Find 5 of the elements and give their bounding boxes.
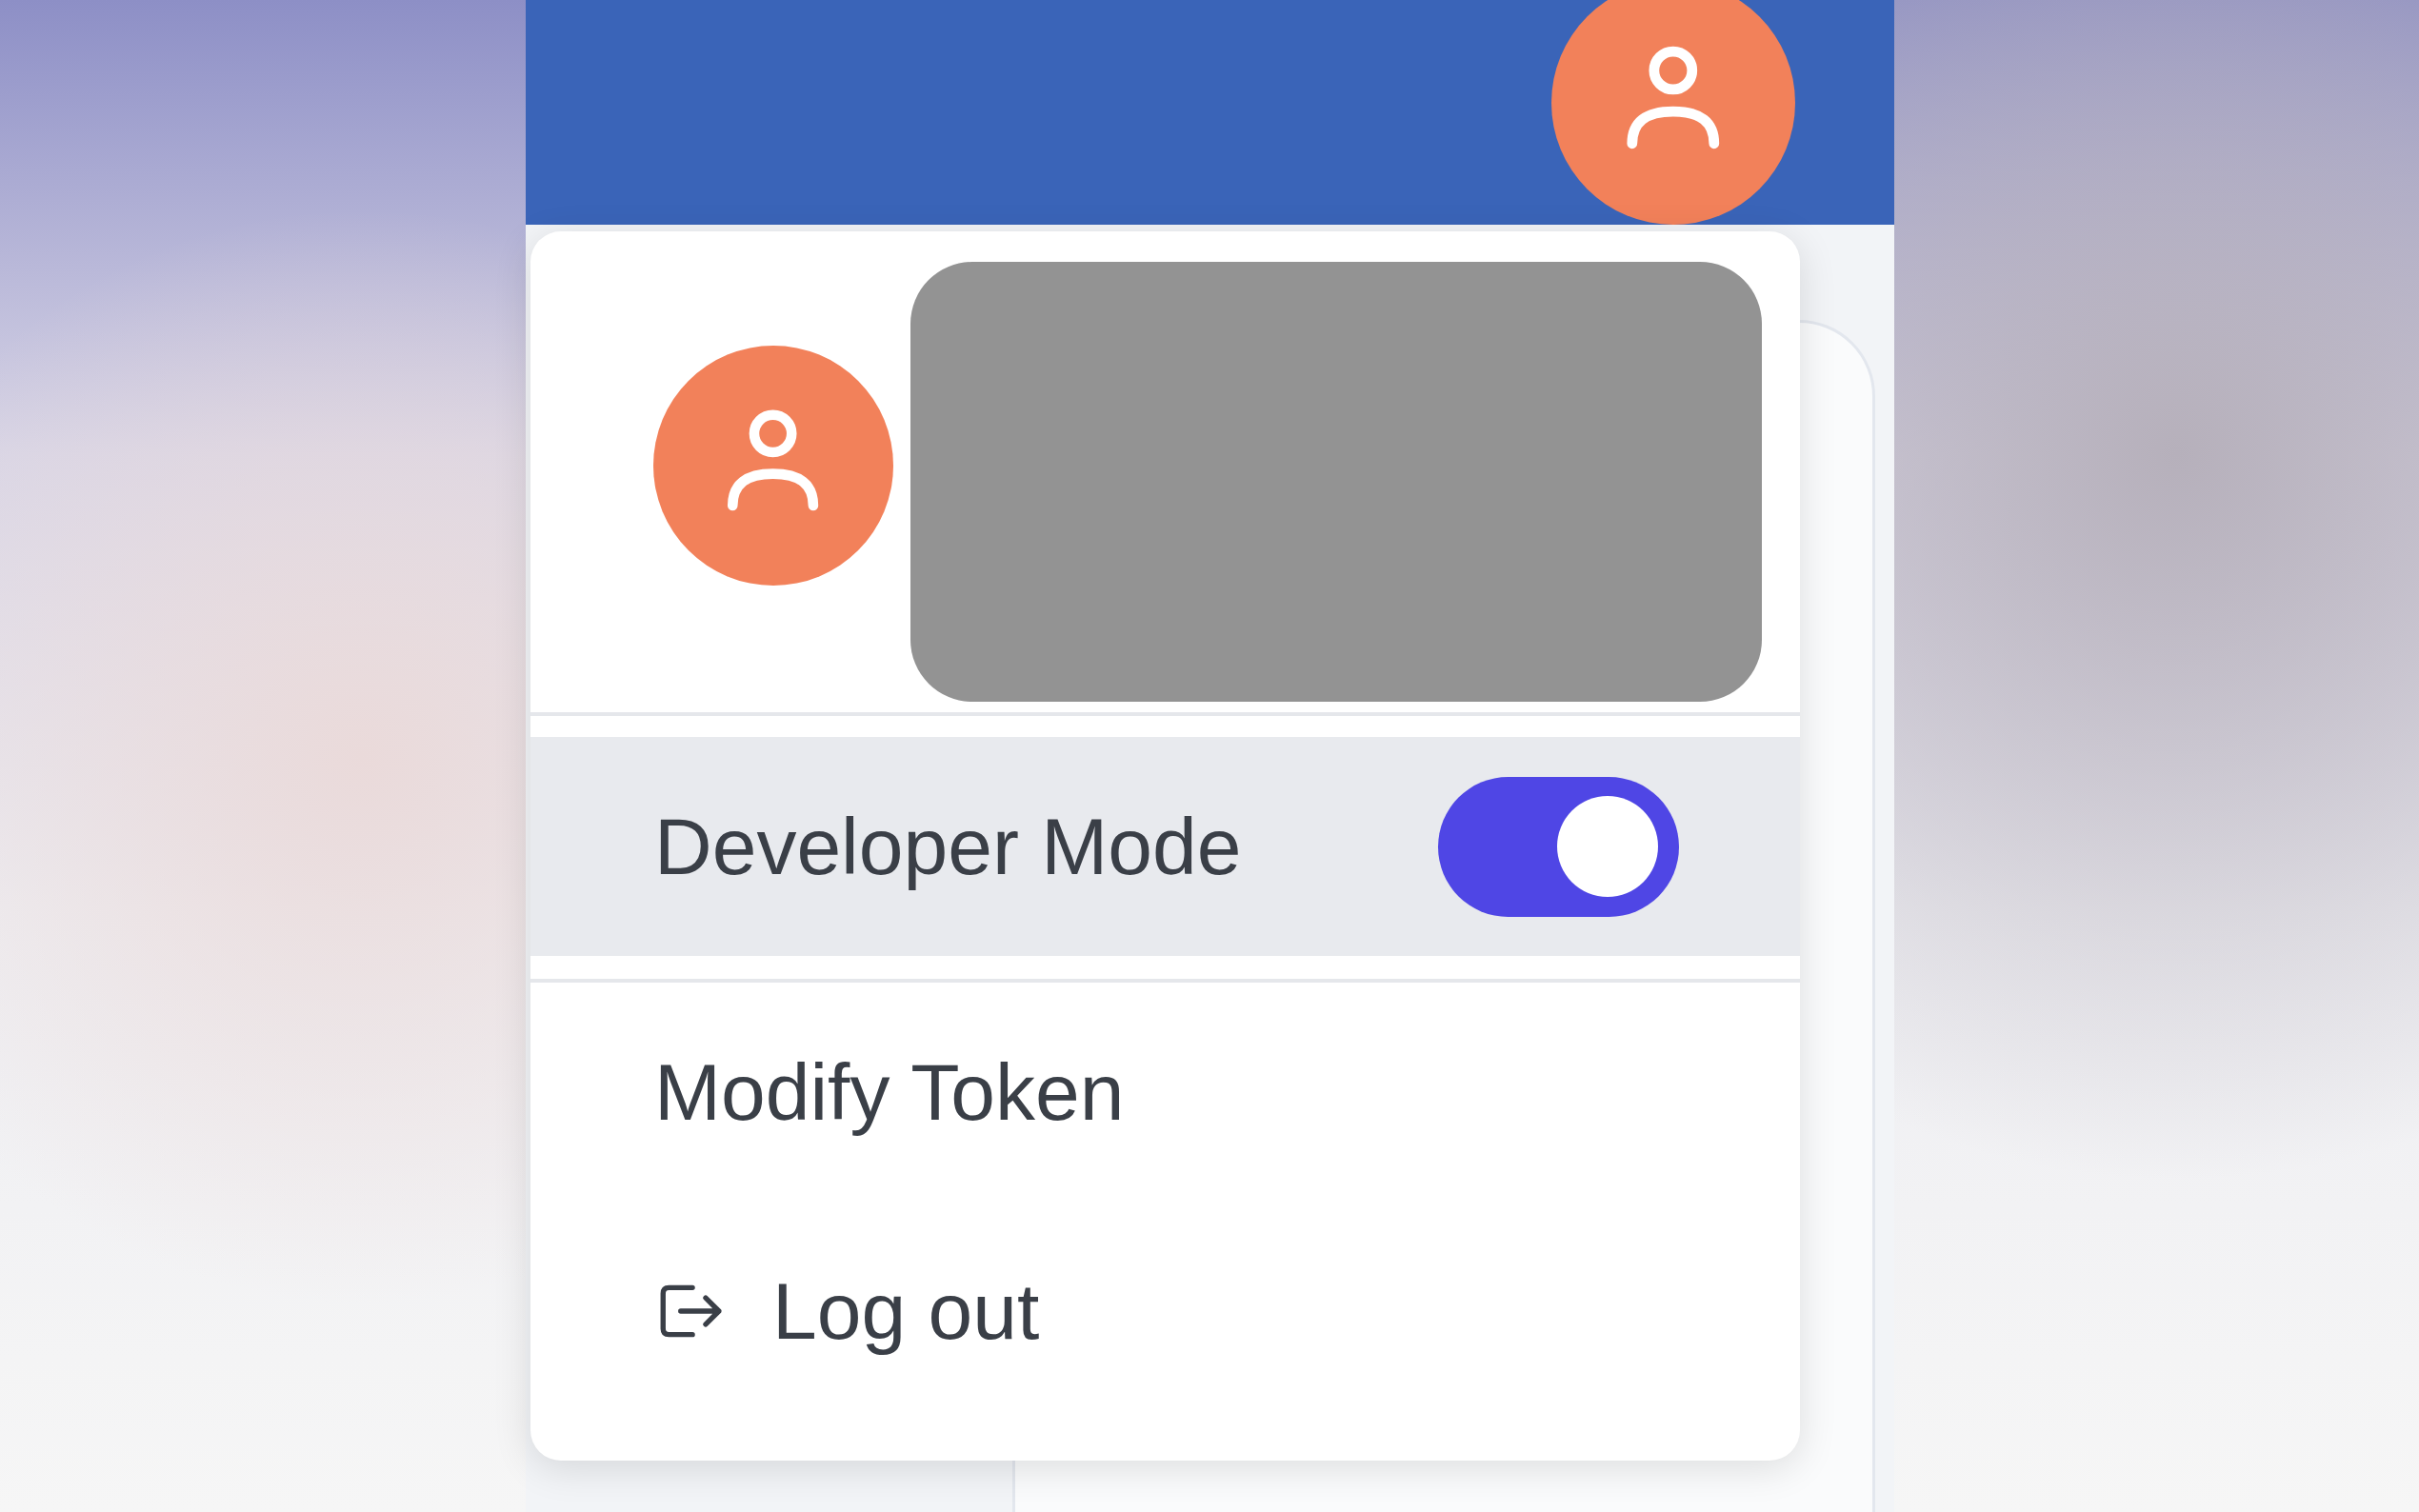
menu-item[interactable]: Modify Token [530, 983, 1800, 1202]
menu-item-label: Log out [772, 1264, 1040, 1358]
menu-item[interactable]: Log out [530, 1202, 1800, 1421]
menu-item[interactable]: Developer Mode [530, 737, 1800, 956]
menu-item-label: Developer Mode [654, 800, 1242, 893]
